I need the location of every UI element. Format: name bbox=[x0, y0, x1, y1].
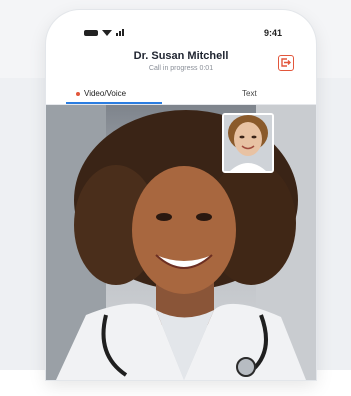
signal-icon bbox=[116, 29, 124, 36]
exit-call-icon bbox=[281, 58, 291, 67]
self-view-thumbnail[interactable] bbox=[222, 113, 274, 173]
status-icons bbox=[84, 29, 124, 36]
phone-frame: 9:41 Dr. Susan Mitchell Call in progress… bbox=[46, 10, 316, 380]
doctor-name: Dr. Susan Mitchell bbox=[133, 50, 229, 62]
tab-video-voice[interactable]: Video/Voice bbox=[76, 89, 126, 98]
battery-icon bbox=[84, 29, 98, 36]
doctor-video-image bbox=[46, 105, 316, 380]
tab-video-voice-label: Video/Voice bbox=[84, 89, 127, 98]
doctor-video-feed bbox=[46, 105, 316, 380]
active-tab-indicator bbox=[66, 102, 162, 104]
call-status: Call in progress 0:01 bbox=[148, 65, 214, 72]
recording-dot-icon bbox=[76, 91, 80, 96]
status-bar: 9:41 bbox=[46, 10, 316, 44]
tab-bar: Video/Voice Text bbox=[46, 86, 316, 105]
self-view-image bbox=[224, 115, 272, 171]
status-time: 9:41 bbox=[263, 28, 282, 38]
wifi-icon bbox=[102, 29, 112, 36]
call-header: Dr. Susan Mitchell Call in progress 0:01 bbox=[46, 44, 316, 86]
exit-call-button[interactable] bbox=[278, 55, 294, 71]
tab-text[interactable]: Text bbox=[242, 89, 257, 98]
